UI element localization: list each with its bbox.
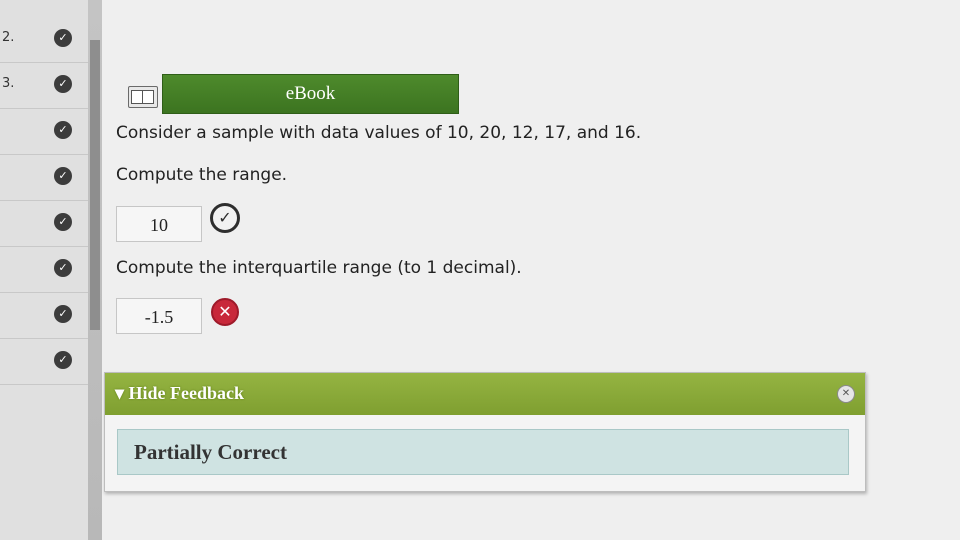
feedback-panel: ▾ Hide Feedback ✕ Partially Correct <box>104 372 866 492</box>
sidebar-scrollbar[interactable] <box>90 40 100 330</box>
question-number: 2. <box>2 30 15 45</box>
question-item[interactable]: 2. ✓ <box>0 16 88 63</box>
status-check-icon: ✓ <box>54 305 72 323</box>
question-item[interactable]: ✓ <box>0 246 88 293</box>
book-icon[interactable] <box>128 86 158 108</box>
hide-feedback-label: Hide Feedback <box>128 383 245 403</box>
status-check-icon: ✓ <box>54 351 72 369</box>
x-icon: ✕ <box>211 298 239 326</box>
feedback-result-text: Partially Correct <box>134 440 287 464</box>
feedback-result-box: Partially Correct <box>117 429 849 475</box>
ebook-button[interactable]: eBook <box>162 74 459 114</box>
question-item[interactable]: ✓ <box>0 154 88 201</box>
question-item[interactable]: ✓ <box>0 108 88 155</box>
part1-text: Compute the range. <box>116 165 288 185</box>
question-item[interactable]: ✓ <box>0 338 88 385</box>
question-item[interactable]: ✓ <box>0 200 88 247</box>
status-check-icon: ✓ <box>54 75 72 93</box>
question-list: 2. ✓ 3. ✓ ✓ ✓ ✓ ✓ ✓ ✓ <box>0 0 88 540</box>
question-item[interactable]: ✓ <box>0 292 88 339</box>
part2-text: Compute the interquartile range (to 1 de… <box>116 258 522 278</box>
question-prompt: Consider a sample with data values of 10… <box>116 123 642 143</box>
check-icon: ✓ <box>210 203 240 233</box>
question-number: 3. <box>2 76 15 91</box>
hide-feedback-toggle[interactable]: ▾ Hide Feedback <box>115 383 244 404</box>
status-check-icon: ✓ <box>54 121 72 139</box>
feedback-header[interactable]: ▾ Hide Feedback ✕ <box>105 373 865 415</box>
question-item[interactable]: 3. ✓ <box>0 62 88 109</box>
range-answer-input[interactable]: 10 <box>116 206 202 242</box>
close-icon[interactable]: ✕ <box>837 385 855 403</box>
status-check-icon: ✓ <box>54 167 72 185</box>
iqr-answer-input[interactable]: -1.5 <box>116 298 202 334</box>
status-check-icon: ✓ <box>54 29 72 47</box>
status-check-icon: ✓ <box>54 213 72 231</box>
ebook-label: eBook <box>285 83 336 104</box>
status-check-icon: ✓ <box>54 259 72 277</box>
